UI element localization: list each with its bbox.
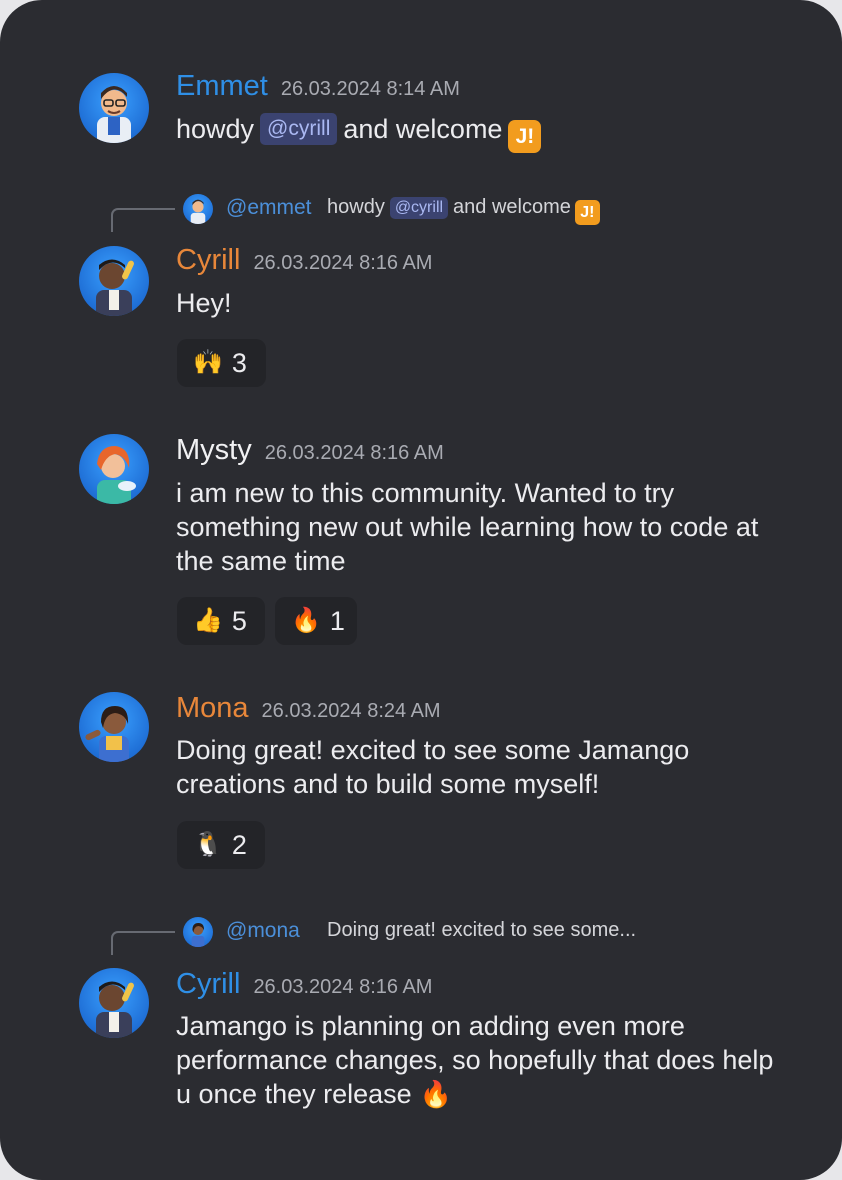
character-avatar-icon [96, 259, 134, 316]
user-mention: @cyrill [389, 197, 449, 219]
avatar-emmet[interactable] [79, 73, 149, 143]
reply-text: Doing great! excited to see some... [327, 919, 637, 941]
fire-icon: 🔥 [291, 607, 321, 634]
text-segment: and welcome [343, 114, 503, 144]
text-segment: and welcome [453, 196, 571, 218]
timestamp: 26.03.2024 8:16 AM [264, 442, 444, 464]
message-header: Cyrill 26.03.2024 8:16 AM [176, 968, 433, 1001]
reaction-fire[interactable]: 🔥 1 [275, 597, 357, 645]
timestamp: 26.03.2024 8:24 AM [261, 700, 441, 722]
message-text: Hey! [176, 288, 232, 318]
avatar-cyrill[interactable] [79, 246, 149, 316]
author-name[interactable]: Cyrill [176, 244, 240, 277]
message-header: Emmet 26.03.2024 8:14 AM [176, 70, 460, 103]
reply-avatar-mona [183, 917, 213, 947]
penguin-icon: 🐧 [193, 831, 223, 858]
reply-username[interactable]: @emmet [226, 196, 312, 220]
reaction-count: 5 [231, 605, 247, 636]
avatar-mona[interactable] [79, 692, 149, 762]
message-header: Mysty 26.03.2024 8:16 AM [176, 434, 444, 467]
message-text: Jamango is planning on adding even more … [176, 1009, 776, 1111]
message-text: i am new to this community. Wanted to tr… [176, 478, 759, 576]
message-text: howdy @cyrill and welcome J! [176, 112, 796, 153]
reaction-penguin[interactable]: 🐧 2 [177, 821, 265, 869]
character-avatar-icon [97, 86, 131, 143]
thumbs-up-icon: 👍 [193, 607, 223, 634]
text-segment: howdy [327, 196, 385, 218]
reply-text: howdy @cyrill and welcome J! [327, 196, 600, 225]
character-avatar-icon [191, 923, 205, 947]
reaction-thumbs-up[interactable]: 👍 5 [177, 597, 265, 645]
message-header: Mona 26.03.2024 8:24 AM [176, 692, 441, 725]
jamango-logo-icon: J! [574, 200, 600, 225]
reply-preview[interactable]: @emmet howdy @cyrill and welcome J! [0, 192, 842, 232]
author-name[interactable]: Emmet [176, 70, 268, 103]
author-name[interactable]: Cyrill [176, 968, 240, 1001]
avatar-cyrill[interactable] [79, 968, 149, 1038]
reply-preview[interactable]: @mona Doing great! excited to see some..… [0, 915, 842, 955]
reply-connector [111, 931, 175, 955]
chat-panel: Emmet 26.03.2024 8:14 AM howdy @cyrill and… [0, 0, 842, 1180]
timestamp: 26.03.2024 8:14 AM [280, 78, 460, 100]
message-header: Cyrill 26.03.2024 8:16 AM [176, 244, 433, 277]
user-mention[interactable]: @cyrill [260, 113, 338, 145]
author-name[interactable]: Mysty [176, 434, 252, 467]
reaction-count: 1 [329, 605, 345, 636]
reply-username[interactable]: @mona [226, 919, 300, 943]
text-segment: howdy [176, 114, 255, 144]
character-avatar-icon [85, 706, 129, 762]
avatar-mysty[interactable] [79, 434, 149, 504]
character-avatar-icon [96, 981, 134, 1038]
reaction-count: 3 [231, 347, 247, 378]
reaction-raised-hands[interactable]: 🙌 3 [177, 339, 266, 387]
reply-avatar-emmet [183, 194, 213, 224]
message-text: Doing great! excited to see some Jamango… [176, 735, 690, 799]
fire-icon: 🔥 [419, 1079, 453, 1109]
reaction-count: 2 [231, 829, 247, 860]
text-segment: Jamango is planning on adding even more … [176, 1011, 774, 1109]
timestamp: 26.03.2024 8:16 AM [253, 976, 433, 998]
raised-hands-icon: 🙌 [193, 349, 223, 376]
jamango-logo-icon: J! [508, 120, 542, 153]
character-avatar-icon [97, 446, 136, 504]
character-avatar-icon [190, 199, 206, 224]
reply-connector [111, 208, 175, 232]
timestamp: 26.03.2024 8:16 AM [253, 252, 433, 274]
author-name[interactable]: Mona [176, 692, 249, 725]
